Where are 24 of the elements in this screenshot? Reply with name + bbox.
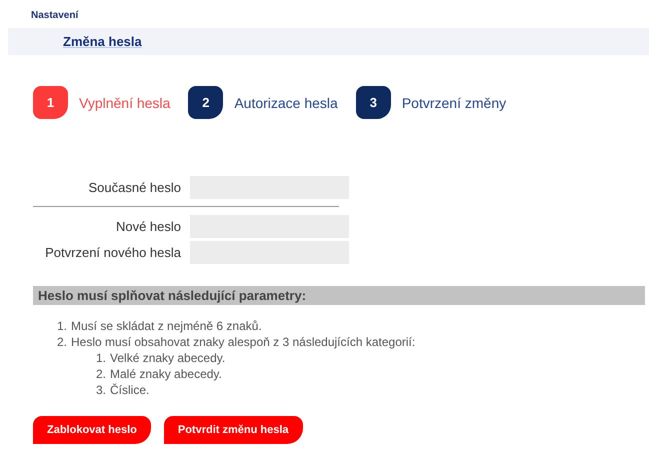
list-text: Musí se skládat z nejméně 6 znaků. xyxy=(71,318,262,334)
breadcrumb[interactable]: Nastavení xyxy=(31,10,78,21)
step-number: 2 xyxy=(188,86,224,119)
list-number: 3. xyxy=(96,382,106,398)
list-number: 1. xyxy=(57,318,68,334)
field-label: Potvrzení nového hesla xyxy=(45,244,181,260)
list-number: 2. xyxy=(57,334,68,350)
list-text: Velké znaky abecedy. xyxy=(110,350,226,366)
list-text: Malé znaky abecedy. xyxy=(110,366,222,382)
step-number: 3 xyxy=(356,86,391,119)
step-number: 1 xyxy=(33,86,68,119)
step-label: Potvrzení změny xyxy=(402,94,506,110)
action-button[interactable]: Potvrdit změnu hesla xyxy=(164,416,302,444)
step-label: Vyplnění hesla xyxy=(79,94,170,110)
list-number: 2. xyxy=(96,366,106,382)
list-number: 1. xyxy=(96,350,106,366)
list-text: Heslo musí obsahovat znaky alespoň z 3 následujících kategorií: xyxy=(71,334,416,350)
field-label: Současné heslo xyxy=(88,180,181,194)
page-title-link[interactable]: Změna hesla xyxy=(63,34,142,49)
list-text: Číslice. xyxy=(110,382,150,398)
step-label: Autorizace hesla xyxy=(234,94,338,110)
action-button[interactable]: Zablokovat heslo xyxy=(33,416,151,444)
rules-heading: Heslo musí splňovat následující parametry: xyxy=(33,286,645,305)
field-label: Nové heslo xyxy=(116,218,181,234)
